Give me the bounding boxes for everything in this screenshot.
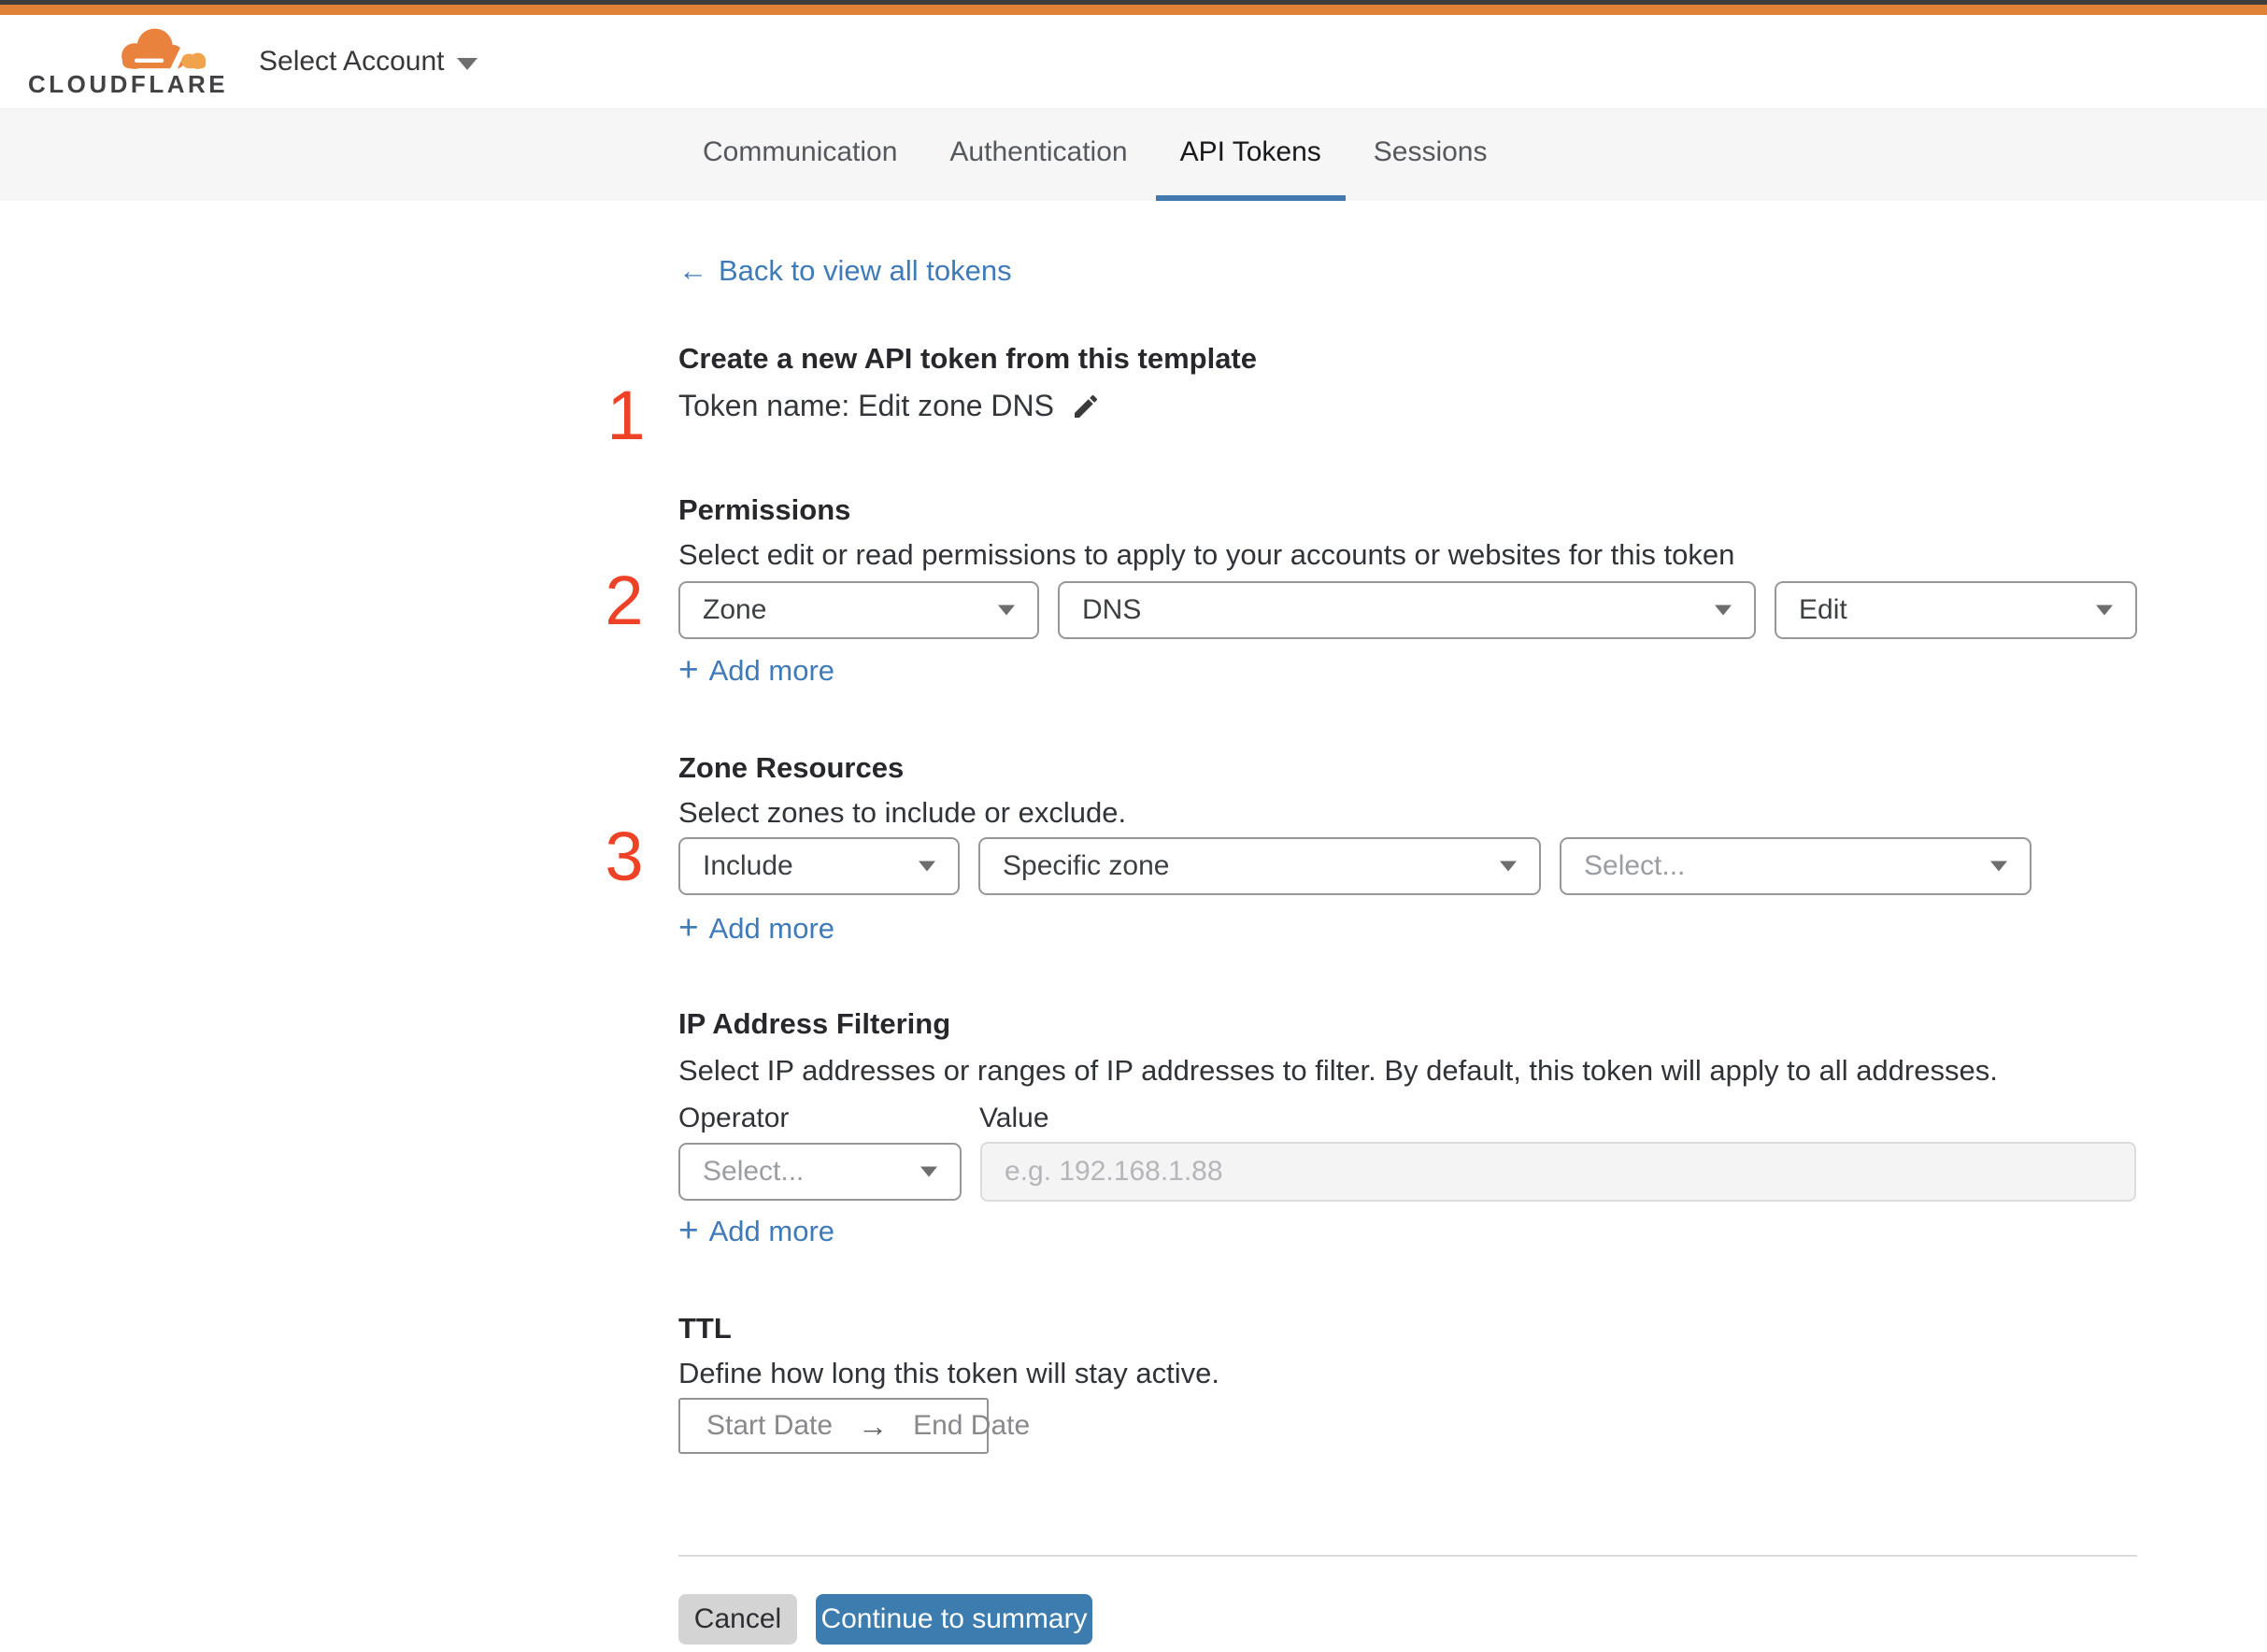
tab-label: API Tokens [1179,136,1321,167]
ttl-subtitle: Define how long this token will stay act… [678,1357,1219,1389]
zone-include-select[interactable]: Include [678,837,960,895]
permissions-title: Permissions [678,493,851,526]
ttl-date-range-picker[interactable]: Start Date → End Date [678,1398,1030,1454]
add-more-label: Add more [708,1215,835,1247]
chevron-down-icon [919,861,935,872]
permission-scope-select[interactable]: Zone [678,581,1039,639]
zone-resources-title: Zone Resources [678,751,905,784]
tab-sessions[interactable]: Sessions [1349,109,1512,201]
add-more-label: Add more [708,912,835,945]
plus-icon: + [678,1211,699,1249]
selected-value: Specific zone [1003,850,1170,881]
selected-value: Edit [1799,594,1847,625]
placeholder-value: Select... [703,1156,805,1187]
step-1-marker: 1 [606,377,646,454]
token-name-text: Token name: Edit zone DNS [678,389,1054,422]
selected-value: Zone [703,594,767,625]
zone-resources-select-row: Include Specific zone Select... [678,837,2032,895]
arrow-right-icon: → [858,1408,889,1443]
ip-filtering-subtitle: Select IP addresses or ranges of IP addr… [678,1054,1998,1087]
ip-filtering-title: IP Address Filtering [678,1007,951,1040]
brand-orange-bar [0,5,2267,15]
back-arrow-icon: ← [678,254,707,287]
edit-pencil-icon[interactable] [1071,392,1101,421]
account-selector-label: Select Account [259,46,445,77]
cloudflare-wordmark: CLOUDFLARE [28,70,229,98]
permissions-add-more-button[interactable]: + Add more [678,650,835,689]
chevron-down-icon [998,605,1015,616]
cloudflare-cloud-icon [121,28,207,74]
plus-icon: + [678,650,699,689]
operator-label: Operator [678,1103,790,1133]
tab-label: Sessions [1373,136,1488,167]
zone-resources-add-more-button[interactable]: + Add more [678,908,835,947]
back-link-label: Back to view all tokens [719,254,1012,287]
tab-authentication[interactable]: Authentication [925,109,1151,201]
permission-level-select[interactable]: Edit [1775,581,2137,639]
zone-picker-select[interactable]: Select... [1560,837,2032,895]
tab-label: Communication [703,136,898,167]
continue-to-summary-button[interactable]: Continue to summary [816,1594,1092,1645]
tab-api-tokens[interactable]: API Tokens [1155,109,1346,201]
ip-operator-select[interactable]: Select... [678,1143,962,1201]
footer-divider [678,1555,2137,1557]
zone-type-select[interactable]: Specific zone [978,837,1541,895]
value-label: Value [979,1103,1049,1133]
cancel-button[interactable]: Cancel [678,1594,797,1645]
chevron-down-icon [2096,605,2113,616]
permission-group-select[interactable]: DNS [1058,581,1756,639]
profile-tabbar: Communication Authentication API Tokens … [0,108,2267,201]
api-token-template-page: CLOUDFLARE Select Account Communication … [0,0,2267,1652]
app-header: CLOUDFLARE Select Account [0,15,2267,109]
permissions-subtitle: Select edit or read permissions to apply… [678,538,1735,571]
step-3-marker: 3 [605,818,644,895]
chevron-down-icon [1500,861,1517,872]
tab-communication[interactable]: Communication [678,109,921,201]
chevron-down-icon [1990,861,2007,872]
add-more-label: Add more [708,654,835,687]
zone-resources-subtitle: Select zones to include or exclude. [678,796,1127,829]
placeholder-value: Select... [1584,850,1686,881]
plus-icon: + [678,908,699,947]
ip-value-input [980,1142,2136,1202]
start-date-placeholder: Start Date [706,1410,834,1441]
ttl-title: TTL [678,1312,732,1345]
end-date-placeholder: End Date [913,1410,1031,1441]
step-2-marker: 2 [605,562,644,639]
tabs-group: Communication Authentication API Tokens … [678,109,1512,201]
ip-filtering-add-more-button[interactable]: + Add more [678,1211,835,1249]
page-title: Create a new API token from this templat… [678,342,1258,375]
chevron-down-icon [1715,605,1732,616]
selected-value: DNS [1082,594,1142,625]
cloudflare-logo: CLOUDFLARE [28,24,225,101]
chevron-down-icon [457,57,478,70]
chevron-down-icon [920,1166,937,1177]
selected-value: Include [703,850,793,881]
back-to-tokens-link[interactable]: ← Back to view all tokens [678,254,1012,288]
permissions-select-row: Zone DNS Edit [678,581,2137,639]
account-selector[interactable]: Select Account [259,15,478,108]
token-name-row: Token name: Edit zone DNS [678,389,1101,423]
ip-filtering-row: Select... [678,1142,2136,1202]
tab-label: Authentication [949,136,1128,167]
